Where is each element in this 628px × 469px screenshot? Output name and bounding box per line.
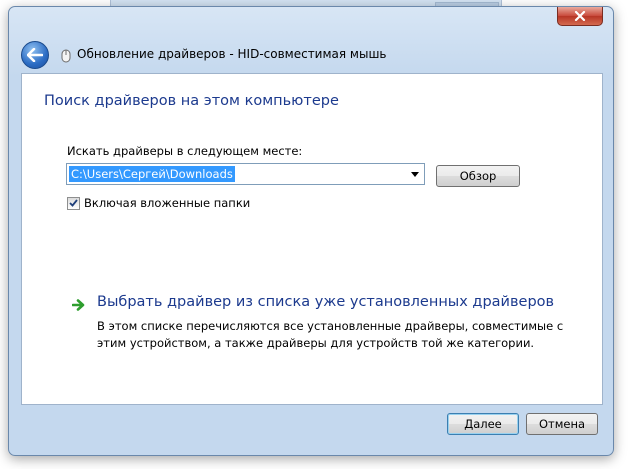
checkmark-icon	[69, 199, 78, 207]
page-heading: Поиск драйверов на этом компьютере	[44, 93, 339, 109]
pick-from-list-description: В этом списке перечисляются все установл…	[97, 319, 564, 350]
close-icon	[574, 11, 586, 21]
close-button[interactable]	[557, 7, 603, 26]
pick-from-list-link[interactable]: Выбрать драйвер из списка уже установлен…	[97, 294, 554, 310]
next-button[interactable]: Далее	[447, 413, 519, 435]
path-dropdown-button[interactable]	[406, 165, 423, 183]
path-input[interactable]: C:\Users\Сергей\Downloads	[69, 166, 235, 182]
window-title: Обновление драйверов - HID-совместимая м…	[77, 47, 387, 61]
green-arrow-icon	[72, 299, 85, 311]
include-subfolders-label: Включая вложенные папки	[84, 196, 251, 210]
path-combobox[interactable]: C:\Users\Сергей\Downloads	[66, 163, 425, 185]
search-location-label: Искать драйверы в следующем месте:	[67, 144, 303, 158]
browse-button[interactable]: Обзор	[436, 165, 520, 187]
include-subfolders-row[interactable]: Включая вложенные папки	[67, 196, 250, 210]
include-subfolders-checkbox[interactable]	[67, 196, 80, 210]
back-button[interactable]	[21, 41, 49, 69]
mouse-device-icon	[61, 49, 71, 63]
cancel-button[interactable]: Отмена	[526, 413, 598, 435]
wizard-content: Поиск драйверов на этом компьютере Искат…	[21, 73, 603, 405]
update-driver-dialog: Обновление драйверов - HID-совместимая м…	[8, 6, 614, 456]
back-arrow-icon	[27, 48, 43, 62]
chevron-down-icon	[410, 171, 419, 177]
